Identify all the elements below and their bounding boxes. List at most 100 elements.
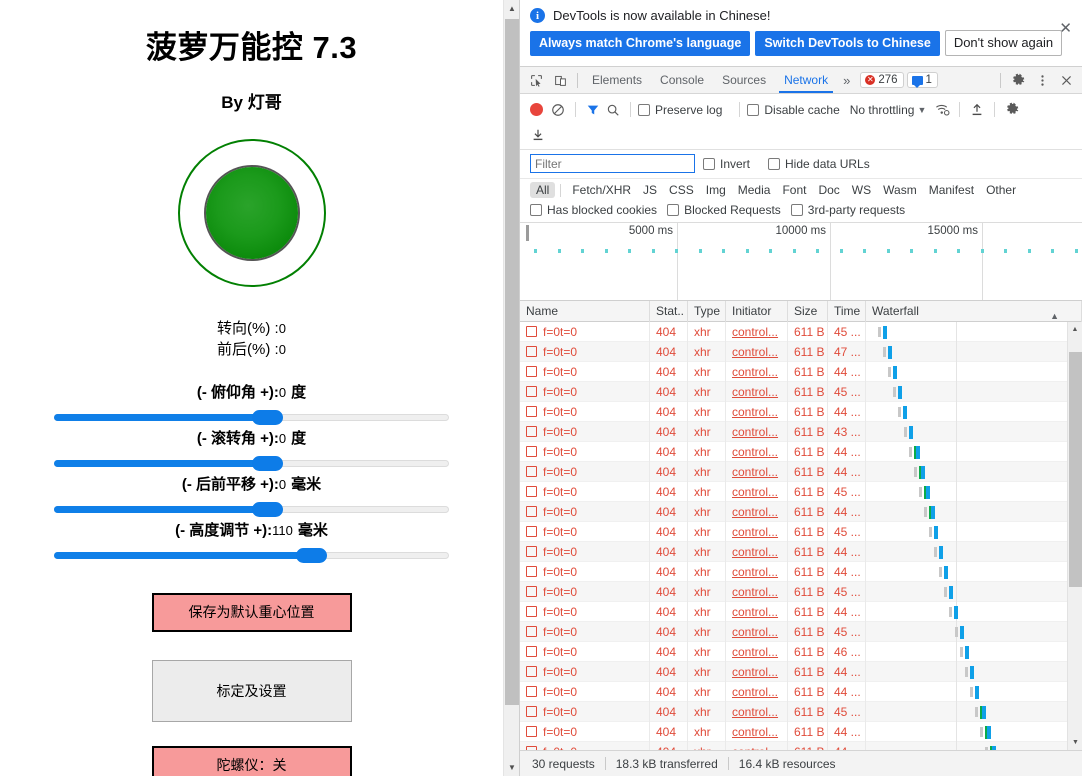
slider-thumb[interactable] <box>252 410 283 425</box>
slider-thumb[interactable] <box>252 502 283 517</box>
cell-initiator[interactable]: control... <box>726 482 788 502</box>
slider-control[interactable] <box>54 455 449 471</box>
initiator-link[interactable]: control... <box>732 585 778 599</box>
initiator-link[interactable]: control... <box>732 625 778 639</box>
initiator-link[interactable]: control... <box>732 505 778 519</box>
cell-initiator[interactable]: control... <box>726 542 788 562</box>
table-row[interactable]: f=0t=0404xhrcontrol...611 B45 ... <box>520 522 1082 542</box>
type-filter-img[interactable]: Img <box>700 182 732 198</box>
column-header-status[interactable]: Stat.. <box>650 301 688 322</box>
checkbox-box[interactable] <box>667 204 679 216</box>
tab-network[interactable]: Network <box>775 67 837 93</box>
checkbox-box[interactable] <box>638 104 650 116</box>
checkbox-box[interactable] <box>791 204 803 216</box>
column-header-time[interactable]: Time <box>828 301 866 322</box>
cell-initiator[interactable]: control... <box>726 502 788 522</box>
initiator-link[interactable]: control... <box>732 445 778 459</box>
cell-initiator[interactable]: control... <box>726 342 788 362</box>
clear-icon[interactable] <box>548 100 568 120</box>
table-row[interactable]: f=0t=0404xhrcontrol...611 B45 ... <box>520 322 1082 342</box>
blocked-requests-checkbox[interactable]: Blocked Requests <box>667 203 781 217</box>
scroll-thumb[interactable] <box>1069 352 1082 587</box>
switch-to-chinese-button[interactable]: Switch DevTools to Chinese <box>755 31 939 56</box>
checkbox-box[interactable] <box>747 104 759 116</box>
table-row[interactable]: f=0t=0404xhrcontrol...611 B44 ... <box>520 602 1082 622</box>
has-blocked-cookies-checkbox[interactable]: Has blocked cookies <box>530 203 657 217</box>
cell-initiator[interactable]: control... <box>726 682 788 702</box>
initiator-link[interactable]: control... <box>732 485 778 499</box>
initiator-link[interactable]: control... <box>732 725 778 739</box>
always-match-language-button[interactable]: Always match Chrome's language <box>530 31 750 56</box>
table-row[interactable]: f=0t=0404xhrcontrol...611 B44 ... <box>520 742 1082 750</box>
type-filter-doc[interactable]: Doc <box>812 182 845 198</box>
column-header-size[interactable]: Size <box>788 301 828 322</box>
table-row[interactable]: f=0t=0404xhrcontrol...611 B46 ... <box>520 642 1082 662</box>
device-toolbar-icon[interactable] <box>548 68 572 92</box>
network-settings-gear-icon[interactable] <box>1002 100 1022 120</box>
table-row[interactable]: f=0t=0404xhrcontrol...611 B45 ... <box>520 702 1082 722</box>
scroll-thumb[interactable] <box>505 19 519 705</box>
initiator-link[interactable]: control... <box>732 645 778 659</box>
slider-thumb[interactable] <box>252 456 283 471</box>
tab-sources[interactable]: Sources <box>713 67 775 93</box>
cell-initiator[interactable]: control... <box>726 402 788 422</box>
table-row[interactable]: f=0t=0404xhrcontrol...611 B44 ... <box>520 502 1082 522</box>
table-row[interactable]: f=0t=0404xhrcontrol...611 B45 ... <box>520 622 1082 642</box>
close-devtools-icon[interactable] <box>1054 68 1078 92</box>
column-header-type[interactable]: Type <box>688 301 726 322</box>
type-filter-wasm[interactable]: Wasm <box>877 182 923 198</box>
preserve-log-checkbox[interactable]: Preserve log <box>638 103 722 117</box>
initiator-link[interactable]: control... <box>732 425 778 439</box>
initiator-link[interactable]: control... <box>732 545 778 559</box>
export-har-icon[interactable] <box>528 125 548 145</box>
search-icon[interactable] <box>603 100 623 120</box>
type-filter-media[interactable]: Media <box>732 182 777 198</box>
import-har-icon[interactable] <box>967 100 987 120</box>
checkbox-box[interactable] <box>530 204 542 216</box>
type-filter-js[interactable]: JS <box>637 182 663 198</box>
cell-initiator[interactable]: control... <box>726 522 788 542</box>
gyroscope-toggle-button[interactable]: 陀螺仪：关 <box>152 746 352 776</box>
cell-initiator[interactable]: control... <box>726 562 788 582</box>
type-filter-css[interactable]: CSS <box>663 182 700 198</box>
table-row[interactable]: f=0t=0404xhrcontrol...611 B44 ... <box>520 722 1082 742</box>
type-filter-ws[interactable]: WS <box>846 182 877 198</box>
funnel-icon[interactable] <box>583 100 603 120</box>
column-header-waterfall[interactable]: Waterfall ▲ <box>866 301 1082 322</box>
scroll-down-icon[interactable]: ▼ <box>504 759 519 776</box>
initiator-link[interactable]: control... <box>732 705 778 719</box>
more-tabs-icon[interactable]: » <box>837 73 856 88</box>
initiator-link[interactable]: control... <box>732 385 778 399</box>
table-row[interactable]: f=0t=0404xhrcontrol...611 B47 ... <box>520 342 1082 362</box>
type-filter-font[interactable]: Font <box>776 182 812 198</box>
initiator-link[interactable]: control... <box>732 685 778 699</box>
cell-initiator[interactable]: control... <box>726 362 788 382</box>
table-scrollbar[interactable]: ▲ ▼ <box>1067 322 1082 750</box>
initiator-link[interactable]: control... <box>732 325 778 339</box>
initiator-link[interactable]: control... <box>732 465 778 479</box>
initiator-link[interactable]: control... <box>732 405 778 419</box>
filter-input[interactable] <box>530 154 695 173</box>
third-party-requests-checkbox[interactable]: 3rd-party requests <box>791 203 905 217</box>
table-row[interactable]: f=0t=0404xhrcontrol...611 B44 ... <box>520 662 1082 682</box>
type-filter-all[interactable]: All <box>530 182 555 198</box>
inspect-element-icon[interactable] <box>524 68 548 92</box>
message-count-badge[interactable]: 1 <box>907 72 938 88</box>
disable-cache-checkbox[interactable]: Disable cache <box>747 103 839 117</box>
joystick-knob[interactable] <box>206 167 298 259</box>
tab-elements[interactable]: Elements <box>583 67 651 93</box>
initiator-link[interactable]: control... <box>732 525 778 539</box>
checkbox-box[interactable] <box>768 158 780 170</box>
table-row[interactable]: f=0t=0404xhrcontrol...611 B45 ... <box>520 582 1082 602</box>
hide-data-urls-checkbox[interactable]: Hide data URLs <box>768 157 870 171</box>
chevron-down-icon[interactable]: ▼ <box>917 105 926 115</box>
cell-initiator[interactable]: control... <box>726 722 788 742</box>
type-filter-fetch-xhr[interactable]: Fetch/XHR <box>566 182 637 198</box>
type-filter-other[interactable]: Other <box>980 182 1022 198</box>
table-row[interactable]: f=0t=0404xhrcontrol...611 B43 ... <box>520 422 1082 442</box>
initiator-link[interactable]: control... <box>732 745 778 751</box>
cell-initiator[interactable]: control... <box>726 702 788 722</box>
slider-control[interactable] <box>54 501 449 517</box>
joystick-ring[interactable] <box>178 139 326 287</box>
table-row[interactable]: f=0t=0404xhrcontrol...611 B44 ... <box>520 462 1082 482</box>
